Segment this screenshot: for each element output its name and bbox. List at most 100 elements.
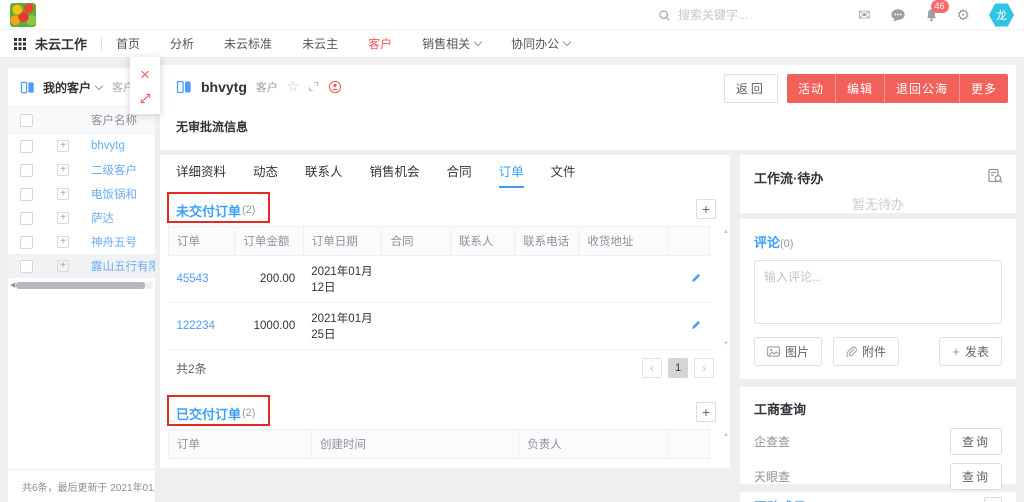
table-scrollbar[interactable]: ▲ ▼ [722, 226, 730, 350]
customer-row[interactable]: + 神舟五号 [8, 230, 155, 254]
row-checkbox[interactable] [20, 164, 33, 177]
query-row: 天眼查 查询 [754, 464, 1002, 488]
chat-icon[interactable] [890, 8, 906, 22]
query-button[interactable]: 查询 [950, 463, 1002, 490]
horizontal-scrollbar[interactable]: ◀ [10, 281, 153, 289]
select-all-checkbox[interactable] [20, 114, 33, 127]
add-order-button[interactable]: + [696, 402, 716, 422]
nav-item-master[interactable]: 未云主 [302, 35, 338, 52]
detail-tabs: 详细资料 动态 联系人 销售机会 合同 订单 文件 [160, 155, 730, 188]
scroll-up-icon[interactable]: ▲ [723, 432, 729, 438]
nav-item-sales[interactable]: 销售相关 [422, 35, 481, 52]
gear-icon[interactable]: ⚙ [957, 8, 970, 23]
search-input[interactable] [678, 8, 848, 22]
expand-diagonal-icon[interactable] [139, 92, 152, 105]
expand-plus-icon[interactable]: + [57, 164, 69, 176]
add-image-button[interactable]: 图片 [754, 337, 822, 366]
tab-contacts[interactable]: 联系人 [305, 155, 343, 188]
list-scope-title[interactable]: 我的客户 [43, 79, 91, 96]
comments-card: 评论(0) 图片 附件 + 发表 [740, 219, 1016, 379]
order-link[interactable]: 122234 [169, 303, 235, 350]
customer-row[interactable]: + bhvytg [8, 134, 155, 158]
next-page-button[interactable]: › [694, 358, 714, 378]
resize-arrows-icon[interactable] [308, 81, 319, 92]
edit-pencil-icon[interactable] [690, 272, 702, 284]
add-member-button[interactable]: + [984, 497, 1002, 502]
global-search[interactable] [658, 0, 848, 30]
add-order-button[interactable]: + [696, 199, 716, 219]
customer-row[interactable]: + 萨达 [8, 206, 155, 230]
nav-item-customers[interactable]: 客户 [368, 35, 392, 52]
return-to-pool-button[interactable]: 退回公海 [884, 74, 959, 103]
owner-seal-icon[interactable] [328, 80, 342, 94]
customer-link[interactable]: 二级客户 [91, 162, 137, 178]
tab-opportunities[interactable]: 销售机会 [370, 155, 420, 188]
customer-link[interactable]: bhvytg [91, 140, 125, 152]
tab-orders[interactable]: 订单 [499, 155, 524, 188]
scroll-left-icon[interactable]: ◀ [10, 282, 15, 289]
scroll-up-icon[interactable]: ▲ [723, 229, 729, 235]
user-avatar[interactable]: 龙 [989, 3, 1014, 28]
edit-pencil-icon[interactable] [690, 467, 702, 469]
comment-input[interactable] [754, 260, 1002, 324]
expand-plus-icon[interactable]: + [57, 212, 69, 224]
workflow-log-icon[interactable] [987, 168, 1003, 184]
back-button[interactable]: 返回 [724, 74, 778, 103]
nav-item-standard[interactable]: 未云标准 [224, 35, 272, 52]
workflow-title: 工作流·待办 [754, 168, 1002, 187]
prev-page-button[interactable]: ‹ [642, 358, 662, 378]
scroll-down-icon[interactable]: ▼ [723, 341, 729, 347]
app-logo[interactable] [10, 3, 36, 27]
order-link[interactable]: 45543 [169, 256, 235, 303]
row-checkbox[interactable] [20, 212, 33, 225]
tab-contracts[interactable]: 合同 [447, 155, 472, 188]
order-link[interactable]: 45543 [169, 459, 312, 469]
apps-grid-icon[interactable] [14, 38, 26, 50]
business-query-title: 工商查询 [754, 399, 1002, 418]
customer-link[interactable]: 萨达 [91, 210, 114, 226]
query-button[interactable]: 查询 [950, 428, 1002, 455]
expand-plus-icon[interactable]: + [57, 140, 69, 152]
approval-flow-info: 无审批流信息 [176, 118, 248, 135]
nav-item-collaboration-label: 协同办公 [511, 35, 559, 52]
team-members-card: 团队成员 + [740, 492, 1016, 502]
star-icon[interactable]: ☆ [287, 78, 300, 95]
notifications[interactable]: 46 [925, 8, 938, 22]
tab-details[interactable]: 详细资料 [176, 155, 226, 188]
row-checkbox[interactable] [20, 260, 33, 273]
row-checkbox[interactable] [20, 140, 33, 153]
panel-tools: × [130, 57, 160, 114]
row-checkbox[interactable] [20, 236, 33, 249]
table-scrollbar[interactable]: ▲ ▼ [722, 429, 730, 468]
record-type-tag: 客户 [256, 79, 278, 95]
customer-row[interactable]: + 露山五行有限 [8, 254, 155, 278]
nav-item-home[interactable]: 首页 [116, 35, 140, 52]
current-page[interactable]: 1 [668, 358, 688, 378]
nav-item-collaboration[interactable]: 协同办公 [511, 35, 570, 52]
mail-icon[interactable]: ✉ [858, 8, 871, 23]
expand-plus-icon[interactable]: + [57, 188, 69, 200]
expand-plus-icon[interactable]: + [57, 260, 69, 272]
publish-button[interactable]: + 发表 [939, 337, 1002, 366]
page-title: bhvytg [201, 79, 247, 95]
tab-activity[interactable]: 动态 [253, 155, 278, 188]
scrollbar-thumb[interactable] [16, 282, 144, 289]
col-order: 订单 [169, 430, 312, 459]
edit-button[interactable]: 编辑 [835, 74, 884, 103]
comments-count: (0) [780, 238, 793, 250]
expand-plus-icon[interactable]: + [57, 236, 69, 248]
row-checkbox[interactable] [20, 188, 33, 201]
customer-row[interactable]: + 二级客户 [8, 158, 155, 182]
more-button[interactable]: 更多 [959, 74, 1008, 103]
edit-pencil-icon[interactable] [690, 319, 702, 331]
customer-link[interactable]: 露山五行有限 [91, 258, 155, 274]
customer-row[interactable]: + 电饭锅和 [8, 182, 155, 206]
add-attachment-button[interactable]: 附件 [833, 337, 899, 366]
tab-files[interactable]: 文件 [551, 155, 576, 188]
activity-button[interactable]: 活动 [787, 74, 835, 103]
customer-link[interactable]: 神舟五号 [91, 234, 137, 250]
customer-link[interactable]: 电饭锅和 [91, 186, 137, 202]
close-icon[interactable]: × [140, 66, 150, 83]
list-scope-extra: 客户 [112, 79, 130, 95]
nav-item-analysis[interactable]: 分析 [170, 35, 194, 52]
